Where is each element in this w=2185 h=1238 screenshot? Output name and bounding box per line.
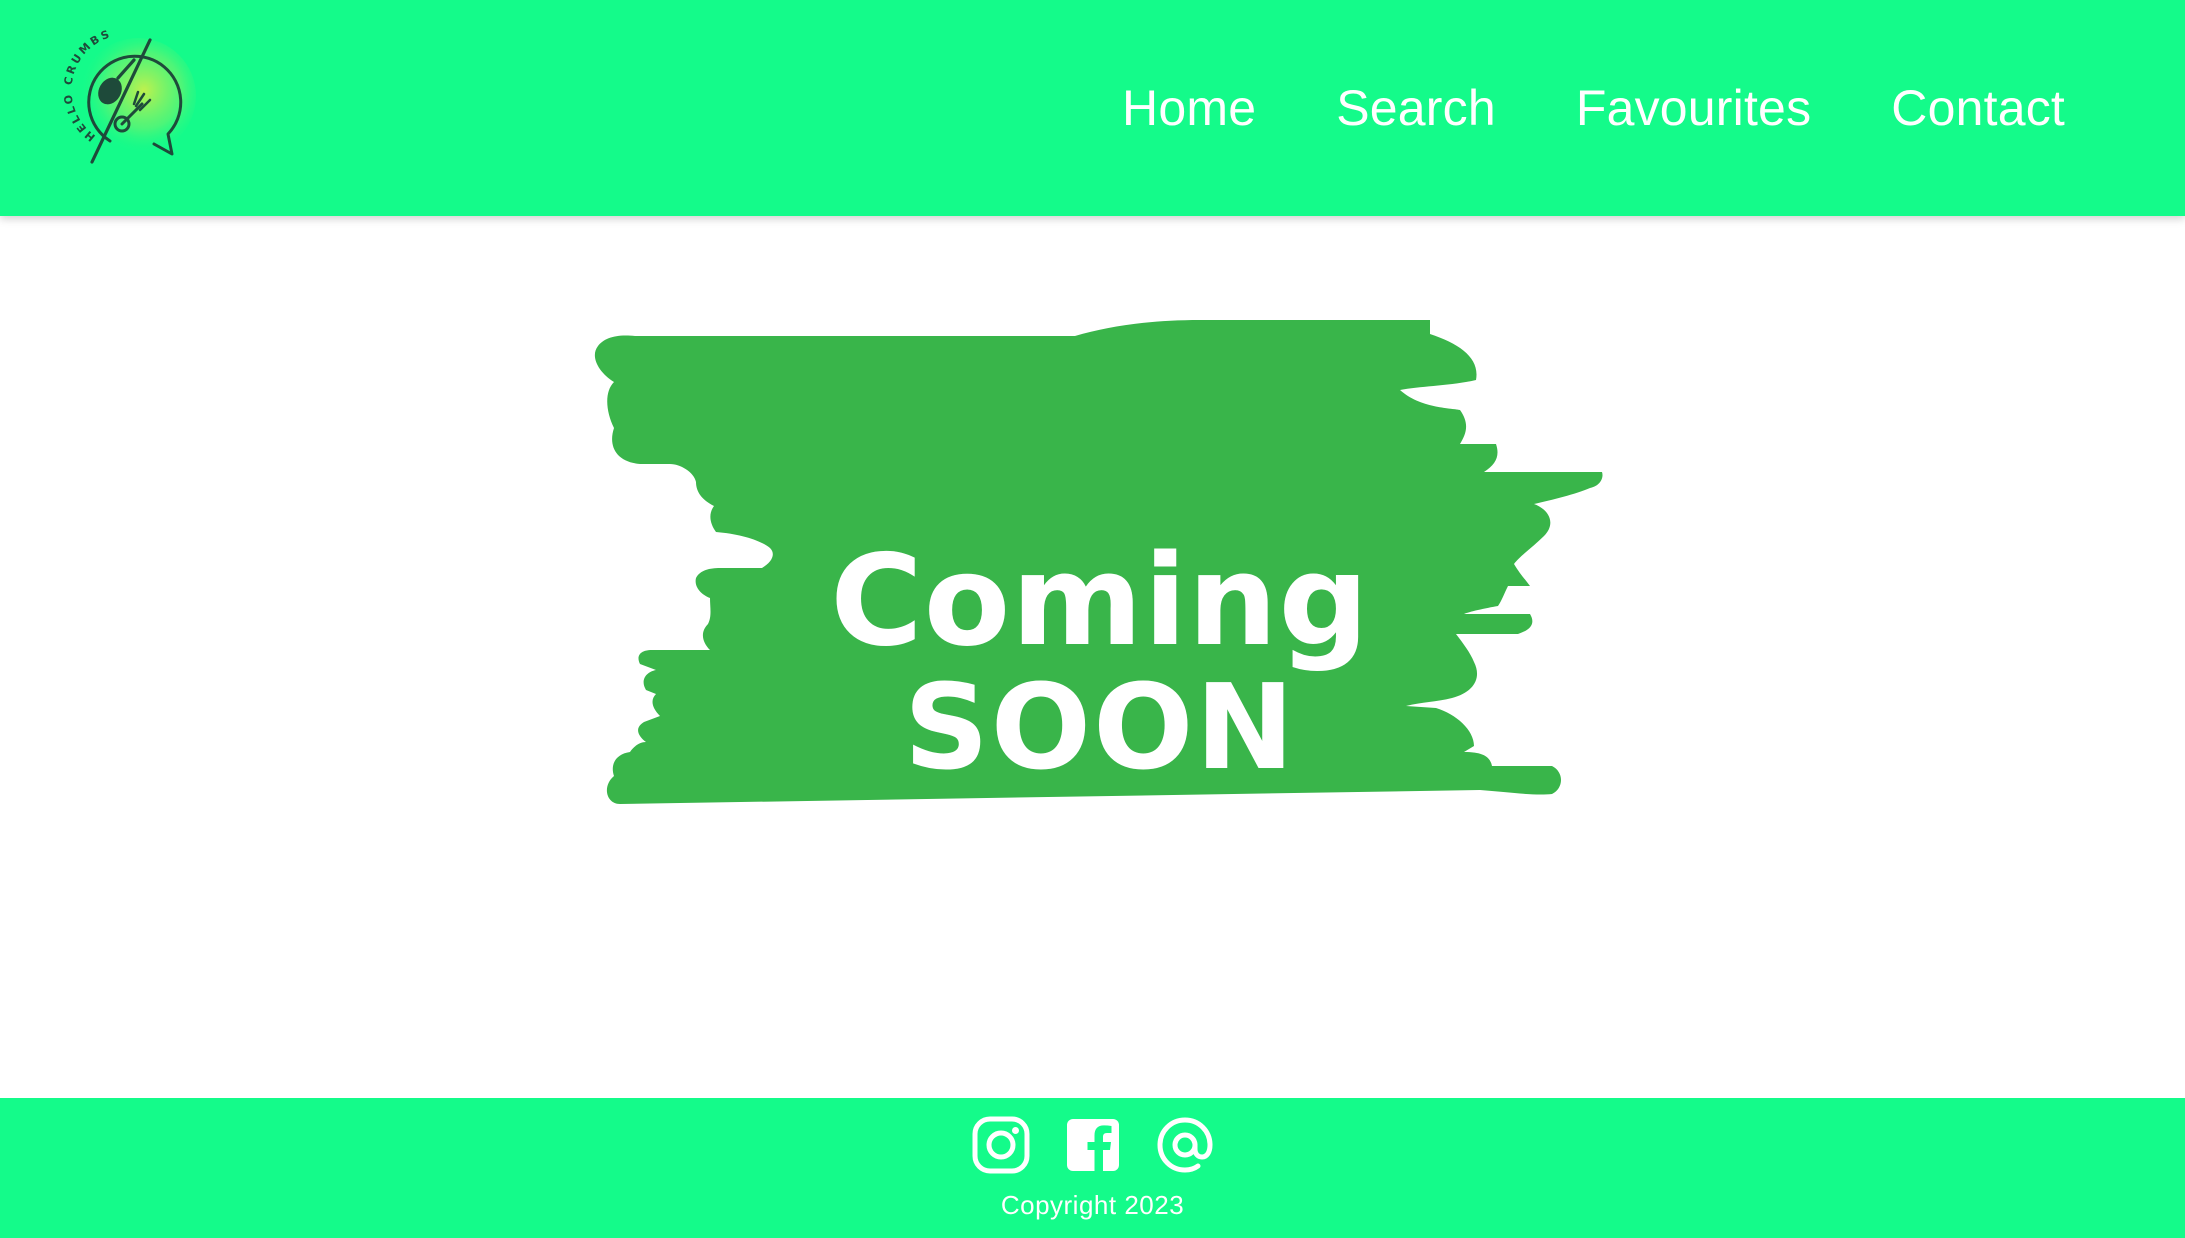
instagram-icon[interactable] [970,1114,1032,1176]
coming-soon-banner: Coming SOON [590,316,1610,816]
brand-logo[interactable]: HELLO CRUMBS [50,26,210,176]
crumbs-logo-icon: HELLO CRUMBS [61,27,196,164]
nav-link-favourites[interactable]: Favourites [1576,83,1811,133]
main-nav: Home Search Favourites Contact [1122,0,2065,216]
banner-heading-soon: SOON [903,658,1297,796]
nav-link-contact[interactable]: Contact [1891,83,2065,133]
site-header: HELLO CRUMBS Home Search Favourites Cont… [0,0,2185,216]
email-at-icon[interactable] [1154,1114,1216,1176]
main-content: Coming SOON [0,216,2185,1098]
copyright-text: Copyright 2023 [1000,1190,1185,1220]
facebook-icon[interactable] [1062,1114,1124,1176]
nav-link-search[interactable]: Search [1336,83,1496,133]
banner-heading-coming: Coming [830,527,1370,674]
social-links [0,1114,2185,1176]
nav-link-home[interactable]: Home [1122,83,1256,133]
site-footer: Copyright 2023 [0,1098,2185,1238]
